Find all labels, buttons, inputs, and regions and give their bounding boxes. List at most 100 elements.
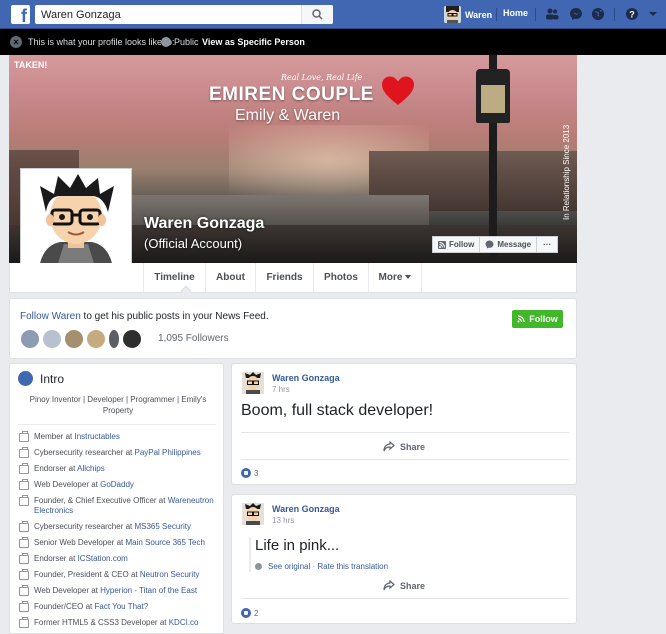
- work-role: Founder/CEO at: [34, 602, 95, 611]
- cover-relationship-since: In Relationship Since 2013: [562, 125, 574, 232]
- translation-controls: See original · Rate this translation: [255, 562, 388, 571]
- follower-avatar[interactable]: [86, 329, 106, 349]
- reactions-summary[interactable]: 3: [241, 468, 258, 478]
- search-input[interactable]: [41, 5, 301, 24]
- cover-tagline: Real Love, Real Life: [281, 73, 363, 82]
- help-icon[interactable]: ?: [625, 7, 639, 21]
- briefcase-icon: [19, 537, 29, 548]
- post-author-avatar[interactable]: [242, 503, 264, 525]
- work-role: Web Developer at: [34, 586, 101, 595]
- intro-card: Intro Pinoy Inventor | Developer | Progr…: [9, 363, 224, 634]
- tab-photos[interactable]: Photos: [313, 263, 368, 292]
- briefcase-icon: [19, 521, 29, 532]
- follow-prompt-link[interactable]: Follow Waren: [20, 311, 81, 322]
- more-options-icon: ···: [543, 240, 552, 249]
- top-navigation-bar: f Waren Home ?: [0, 0, 666, 29]
- work-org-link[interactable]: Instructables: [74, 432, 119, 441]
- profile-subtitle: (Official Account): [144, 236, 243, 251]
- notice-audience: Public: [174, 37, 199, 47]
- nav-profile-link[interactable]: Waren: [444, 5, 492, 24]
- work-role: Cybersecurity researcher at: [34, 448, 135, 457]
- briefcase-icon: [19, 601, 29, 612]
- work-item: Web Developer at GoDaddy: [19, 479, 219, 490]
- tab-friends[interactable]: Friends: [255, 263, 313, 292]
- divider: [241, 598, 569, 599]
- briefcase-icon: [19, 553, 29, 564]
- view-as-notice-bar: × This is what your profile looks like t…: [0, 29, 666, 55]
- search-button[interactable]: [301, 5, 333, 24]
- follower-avatar[interactable]: [42, 329, 62, 349]
- account-menu-caret-icon[interactable]: [646, 7, 660, 21]
- follow-green-button[interactable]: Follow: [512, 310, 563, 328]
- work-item: Cybersecurity researcher at PayPal Phili…: [19, 447, 219, 458]
- work-role: Founder, & Chief Executive Officer at: [34, 496, 168, 505]
- gear-icon[interactable]: [255, 563, 262, 571]
- work-list: Member at Instructables Cybersecurity re…: [19, 431, 219, 633]
- search-box: [35, 5, 333, 24]
- work-org-link[interactable]: MS365 Security: [134, 522, 190, 531]
- tab-label: Photos: [324, 272, 358, 283]
- reactions-summary[interactable]: 2: [241, 608, 258, 618]
- svg-text:?: ?: [629, 10, 635, 20]
- message-button-label: Message: [497, 240, 532, 249]
- intro-title: Intro: [40, 371, 65, 386]
- friend-requests-icon[interactable]: [545, 7, 559, 21]
- facebook-logo-icon[interactable]: f: [11, 5, 30, 24]
- cover-title: EMIREN COUPLE: [209, 84, 374, 105]
- follow-button-label: Follow: [449, 240, 475, 249]
- messenger-icon: [485, 240, 494, 249]
- messenger-icon[interactable]: [569, 7, 583, 21]
- followers-count[interactable]: 1,095 Followers: [158, 333, 229, 344]
- profile-name[interactable]: Waren Gonzaga: [144, 215, 264, 233]
- follower-avatar[interactable]: [64, 329, 84, 349]
- chevron-down-icon: [405, 275, 412, 280]
- profile-tabs: Timeline About Friends Photos More: [9, 263, 577, 297]
- work-org-link[interactable]: GoDaddy: [100, 480, 134, 489]
- work-org-link[interactable]: Main Source 365 Tech: [125, 538, 204, 547]
- cover-since-text: In Relationship Since 2013: [562, 124, 571, 220]
- see-original-link[interactable]: See original: [268, 562, 310, 571]
- more-options-button[interactable]: ···: [537, 236, 559, 253]
- heart-icon: [382, 76, 414, 105]
- timeline-post: Waren Gonzaga 13 hrs Life in pink... See…: [231, 494, 577, 624]
- post-author-name[interactable]: Waren Gonzaga: [272, 373, 340, 383]
- cover-action-buttons: Follow Message ···: [432, 236, 559, 253]
- follow-button[interactable]: Follow: [432, 236, 481, 253]
- work-org-link[interactable]: Hyperion - Titan of the East: [100, 586, 197, 595]
- close-icon[interactable]: ×: [10, 36, 22, 48]
- follow-green-button-label: Follow: [529, 314, 558, 324]
- cover-names: Emily & Waren: [235, 107, 341, 124]
- work-org-link[interactable]: PayPal Philippines: [134, 448, 200, 457]
- profile-avatar-image: [24, 172, 128, 276]
- home-link[interactable]: Home: [503, 8, 528, 18]
- share-button[interactable]: Share: [383, 441, 425, 452]
- work-org-link[interactable]: Neutron Security: [140, 570, 200, 579]
- nav-divider: [614, 8, 615, 21]
- post-timestamp[interactable]: 13 hrs: [272, 516, 294, 525]
- work-org-link[interactable]: Fact You That?: [94, 602, 148, 611]
- tab-timeline[interactable]: Timeline: [143, 263, 205, 292]
- follower-avatar[interactable]: [108, 329, 120, 349]
- work-org-link[interactable]: Allchips: [77, 464, 105, 473]
- share-button[interactable]: Share: [383, 580, 425, 591]
- tab-more[interactable]: More: [368, 263, 422, 292]
- notifications-globe-icon[interactable]: [591, 7, 605, 21]
- tab-label: About: [216, 272, 245, 283]
- post-author-name[interactable]: Waren Gonzaga: [272, 504, 340, 514]
- briefcase-icon: [19, 495, 29, 506]
- work-role: Web Developer at: [34, 480, 101, 489]
- follower-avatar[interactable]: [20, 329, 40, 349]
- post-text: Life in pink...: [255, 537, 340, 554]
- work-org-link[interactable]: ICStation.com: [78, 554, 128, 563]
- follower-avatar[interactable]: [122, 329, 142, 349]
- message-button[interactable]: Message: [480, 236, 538, 253]
- work-role: Member at: [34, 432, 75, 441]
- post-text: Boom, full stack developer!: [241, 402, 434, 419]
- view-as-specific-person-link[interactable]: View as Specific Person: [202, 37, 305, 47]
- post-author-avatar[interactable]: [242, 372, 264, 394]
- work-org-link[interactable]: KDCI.co: [169, 618, 199, 627]
- tab-about[interactable]: About: [205, 263, 255, 292]
- divider: [241, 459, 569, 460]
- post-timestamp[interactable]: 7 hrs: [272, 385, 290, 394]
- rate-translation-link[interactable]: Rate this translation: [317, 562, 388, 571]
